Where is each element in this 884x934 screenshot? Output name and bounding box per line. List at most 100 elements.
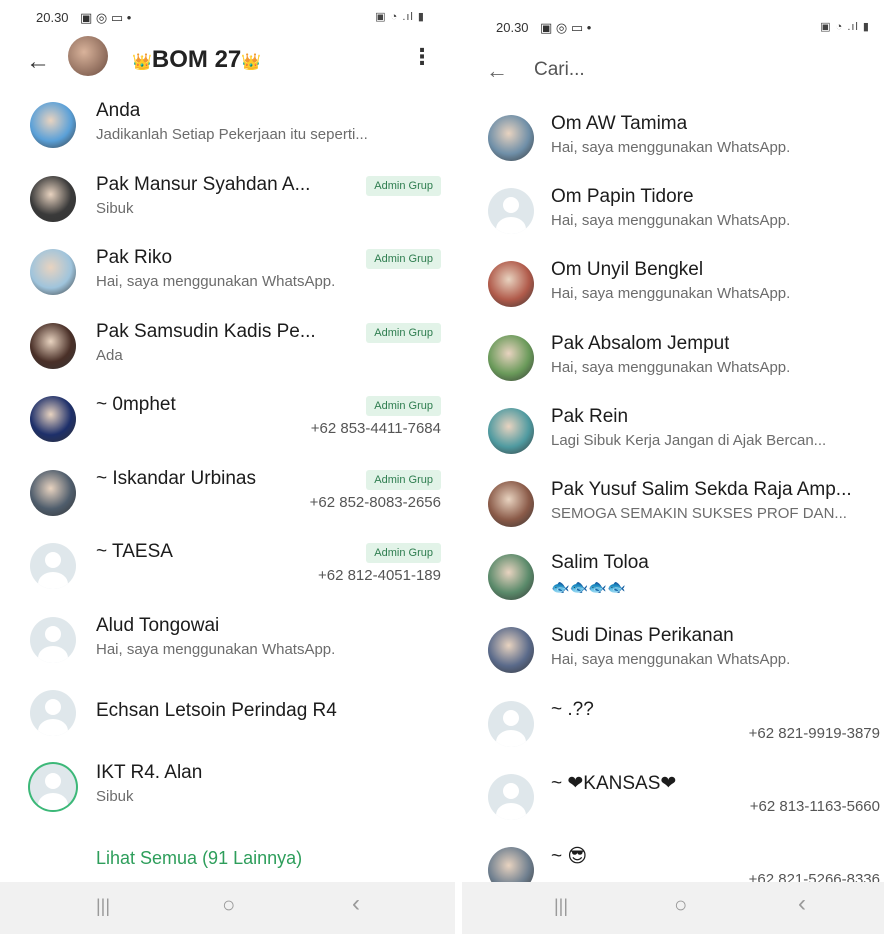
recents-icon[interactable]: ||| [96, 896, 110, 917]
admin-badge: Admin Grup [366, 396, 441, 416]
list-item[interactable]: IKT R4. Alan Sibuk [0, 762, 455, 836]
more-options-icon[interactable]: ⋮ [411, 44, 433, 70]
avatar[interactable] [30, 469, 76, 516]
contact-name: Salim Toloa [551, 552, 649, 574]
contact-status: Sibuk [96, 787, 134, 805]
contact-name: Echsan Letsoin Perindag R4 [96, 700, 337, 721]
contact-status: SEMOGA SEMAKIN SUKSES PROF DAN... [551, 505, 847, 522]
list-item[interactable]: Pak Yusuf Salim Sekda Raja Amp... SEMOGA … [462, 479, 884, 553]
contact-status: Hai, saya menggunakan WhatsApp. [551, 651, 791, 669]
avatar[interactable] [30, 322, 76, 369]
contact-name: ~ TAESA [96, 541, 173, 562]
list-item[interactable]: Om Papin Tidore Hai, saya menggunakan Wha… [462, 186, 884, 260]
avatar[interactable] [488, 115, 534, 161]
default-avatar-icon[interactable] [30, 690, 76, 736]
back-nav-icon[interactable]: ‹ [352, 890, 360, 918]
contact-status: Lagi Sibuk Kerja Jangan di Ajak Bercan..… [551, 431, 827, 449]
back-nav-icon[interactable]: ‹ [798, 890, 806, 918]
contact-status: Sibuk [96, 199, 134, 217]
back-arrow-icon[interactable]: ← [486, 58, 508, 84]
signal-battery-icons: ▣ ◔ .ıl ▮ [375, 11, 425, 23]
contact-name: ~ .?? [551, 698, 594, 720]
contact-name: Pak Rein [551, 405, 629, 427]
list-item[interactable]: Pak Riko Hai, saya menggunakan WhatsApp. A… [0, 247, 455, 321]
list-item[interactable]: Om AW Tamima Hai, saya menggunakan WhatsA… [462, 113, 884, 187]
contact-status: Hai, saya menggunakan WhatsApp. [551, 212, 791, 230]
default-avatar-icon[interactable] [488, 700, 534, 747]
contact-name: Om AW Tamima [551, 113, 688, 134]
admin-badge: Admin Grup [366, 249, 441, 269]
list-item[interactable]: ~ Iskandar Urbinas +62 852-8083-2656 Admin… [0, 468, 455, 542]
avatar[interactable] [30, 249, 76, 295]
list-item[interactable]: Pak Samsudin Kadis Pe... Ada Admin Grup [0, 321, 455, 395]
contact-status: Jadikanlah Setiap Pekerjaan itu seperti.… [96, 126, 368, 143]
avatar[interactable] [488, 481, 534, 527]
phone-number: +62 813-1163-5660 [749, 797, 880, 815]
status-bar: 20.30 ▣ ◎ ▭ • ▣ ◔ .ıl ▮ [0, 6, 455, 30]
list-item[interactable]: Pak Absalom Jemput Hai, saya menggunakan … [462, 333, 884, 407]
search-header: ← [462, 40, 884, 90]
group-title[interactable]: 👑BOM 27👑 [132, 46, 261, 74]
avatar[interactable] [488, 407, 534, 454]
default-avatar-icon[interactable] [30, 616, 76, 663]
contact-status: Ada [96, 346, 123, 364]
list-item[interactable]: ~ TAESA +62 812-4051-189 Admin Grup [0, 541, 455, 615]
list-item[interactable]: ~ 0mphet +62 853-4411-7684 Admin Grup [0, 394, 455, 468]
default-avatar-icon[interactable] [30, 543, 76, 589]
list-item[interactable]: Om Unyil Bengkel Hai, saya menggunakan Wh… [462, 259, 884, 333]
default-avatar-icon[interactable] [488, 773, 534, 820]
contact-status: Hai, saya menggunakan WhatsApp. [96, 640, 336, 658]
contact-status: 🐟🐟🐟🐟 [551, 579, 626, 597]
home-icon[interactable]: ○ [674, 892, 687, 918]
contact-name: ~ Iskandar Urbinas [96, 467, 256, 489]
list-item[interactable]: ~ .?? +62 821-9919-3879 [462, 699, 884, 773]
group-members-screen: 20.30 ▣ ◎ ▭ • ▣ ◔ .ıl ▮ ← 👑BOM 27👑 ⋮ And… [0, 0, 455, 934]
default-avatar-icon[interactable] [30, 763, 76, 810]
status-time: 20.30 [36, 10, 69, 25]
avatar[interactable] [30, 396, 76, 442]
list-item[interactable]: Pak Rein Lagi Sibuk Kerja Jangan di Ajak … [462, 406, 884, 480]
contact-name: Pak Yusuf Salim Sekda Raja Amp... [551, 479, 852, 500]
contact-status: Hai, saya menggunakan WhatsApp. [551, 358, 791, 376]
list-item[interactable]: Anda Jadikanlah Setiap Pekerjaan itu sepe… [0, 100, 455, 174]
notification-icons: ▣ ◎ ▭ • [80, 10, 132, 25]
contact-name: ~ 0mphet [96, 394, 176, 415]
avatar[interactable] [30, 175, 76, 222]
phone-number: +62 812-4051-189 [317, 567, 441, 584]
list-item[interactable]: ~ ❤KANSAS❤ +62 813-1163-5660 [462, 772, 884, 846]
system-nav-bar: ||| ○ ‹ [0, 882, 455, 934]
contact-name: Anda [96, 100, 141, 121]
see-all-members-link[interactable]: Lihat Semua (91 Lainnya) [96, 848, 302, 869]
contact-name: Om Unyil Bengkel [551, 259, 704, 281]
status-bar: 20.30 ▣ ◎ ▭ • ▣ ◔ .ıl ▮ [462, 6, 884, 35]
contact-name: Alud Tongowai [96, 614, 220, 636]
list-item[interactable]: Alud Tongowai Hai, saya menggunakan Whats… [0, 615, 455, 689]
home-icon[interactable]: ○ [222, 892, 235, 918]
contact-name: Pak Riko [96, 247, 173, 268]
phone-number: +62 852-8083-2656 [309, 493, 441, 511]
default-avatar-icon[interactable] [488, 188, 534, 235]
contact-name: Om Papin Tidore [551, 186, 694, 208]
list-item[interactable]: Sudi Dinas Perikanan Hai, saya menggunaka… [462, 625, 884, 699]
avatar[interactable] [488, 554, 534, 601]
system-nav-bar: ||| ○ ‹ [462, 882, 884, 934]
contact-search-screen: 20.30 ▣ ◎ ▭ • ▣ ◔ .ıl ▮ ← Om AW Tamima Ha… [462, 0, 884, 934]
avatar[interactable] [488, 334, 534, 381]
avatar[interactable] [488, 261, 534, 308]
phone-number: +62 853-4411-7684 [310, 420, 441, 437]
list-item[interactable]: Salim Toloa 🐟🐟🐟🐟 [462, 552, 884, 626]
status-time: 20.30 [496, 20, 529, 35]
recents-icon[interactable]: ||| [554, 896, 568, 917]
avatar[interactable] [488, 627, 534, 674]
list-item[interactable]: Pak Mansur Syahdan A... Sibuk Admin Grup [0, 174, 455, 248]
admin-badge: Admin Grup [366, 322, 441, 343]
group-avatar[interactable] [68, 36, 108, 76]
back-arrow-icon[interactable]: ← [26, 48, 50, 76]
contact-name: IKT R4. Alan [96, 761, 203, 783]
contact-name: Pak Absalom Jemput [551, 332, 730, 354]
search-input[interactable] [532, 58, 836, 82]
signal-battery-icons: ▣ ◔ .ıl ▮ [820, 21, 870, 33]
avatar[interactable] [30, 102, 76, 148]
list-item[interactable]: Echsan Letsoin Perindag R4 [0, 688, 455, 762]
notification-icons: ▣ ◎ ▭ • [540, 20, 592, 35]
